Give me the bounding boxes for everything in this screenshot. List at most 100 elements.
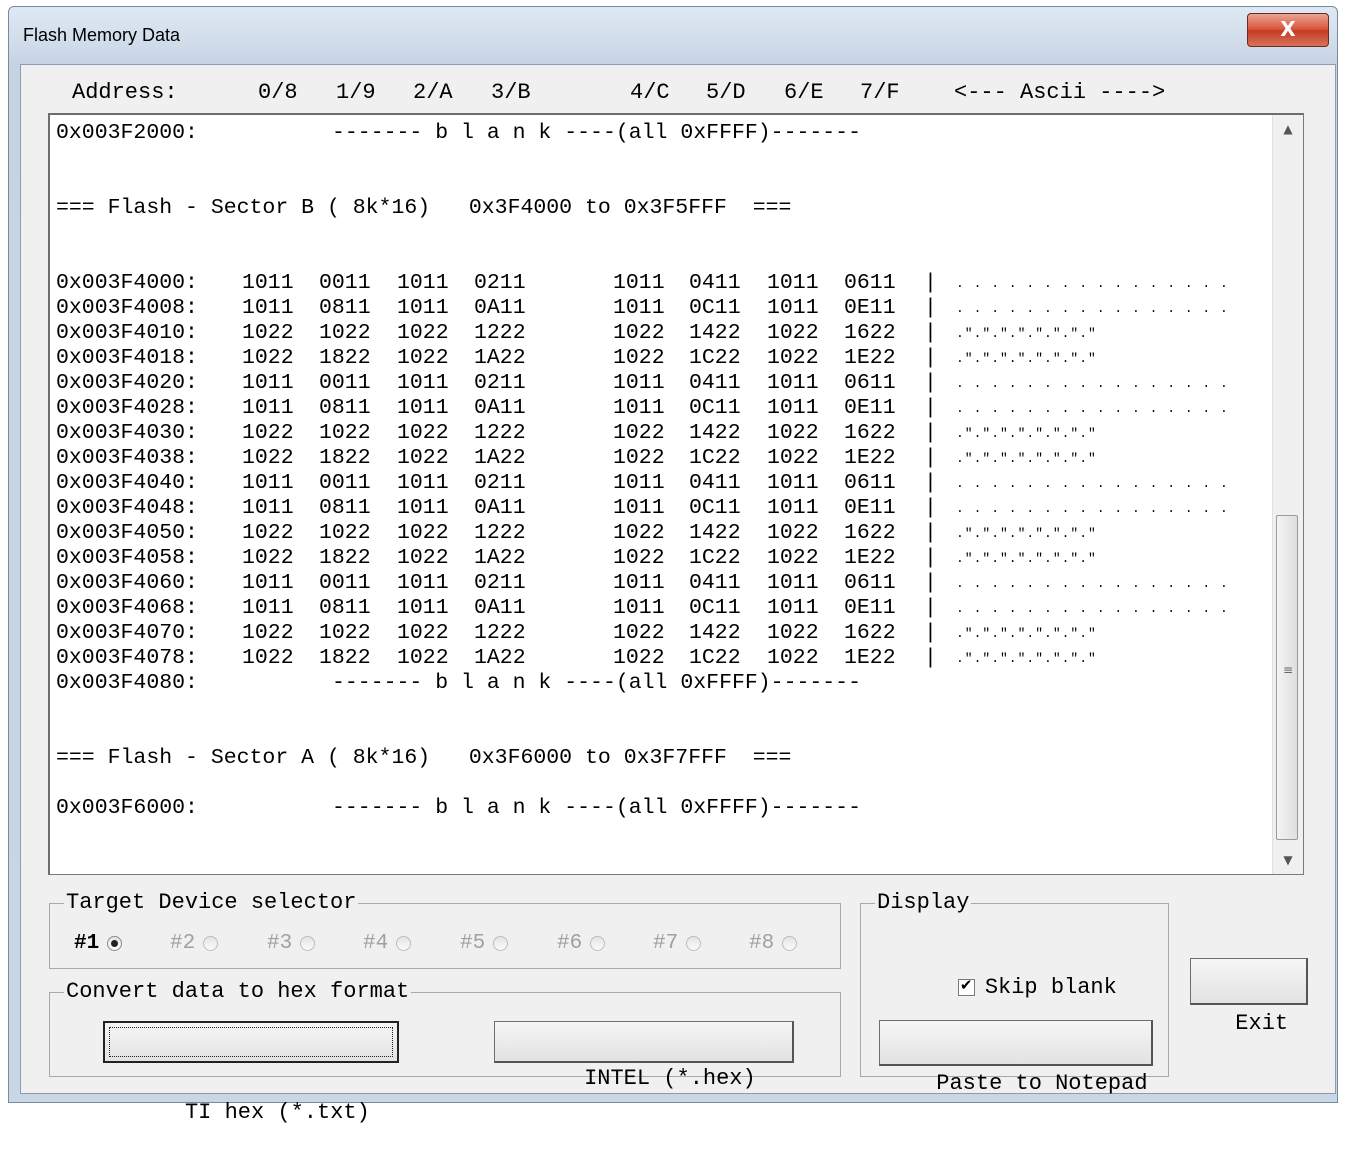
radio-button-icon[interactable] [107,936,123,951]
data-word: 1822 [319,546,371,570]
data-word: 0011 [319,471,371,495]
row-address: 0x003F4058: [56,546,198,570]
memory-row: 0x003F4008: 1011 0811 1011 0A11 1011 0C11 1011 0… [56,296,1276,321]
row-ascii: ."."."."."."."." [956,351,1097,366]
data-word: 1022 [397,321,449,345]
data-word: 1822 [319,346,371,370]
data-word: 0811 [319,596,371,620]
device-radio-label: #1 [74,932,100,955]
data-word: 0811 [319,396,371,420]
data-word: 1222 [474,621,526,645]
device-radio-4[interactable]: #4 [363,932,412,955]
device-radio-5[interactable]: #5 [460,932,509,955]
exit-button[interactable]: Exit [1190,958,1308,1036]
ascii-separator: | [924,621,937,645]
data-word: 1022 [397,646,449,670]
memory-row: 0x003F4038: 1022 1822 1022 1A22 1022 1C22 1022 1… [56,446,1276,471]
memory-row: 0x003F4018: 1022 1822 1022 1A22 1022 1C22 1022 1… [56,346,1276,371]
data-word: 1022 [767,421,819,445]
data-word: 0011 [319,371,371,395]
device-radio-7[interactable]: #7 [653,932,702,955]
device-radio-6[interactable]: #6 [557,932,606,955]
row-address: 0x003F4010: [56,321,198,345]
data-word: 0A11 [474,596,526,620]
data-word: 1022 [242,321,294,345]
radio-button-icon[interactable] [300,936,316,951]
radio-button-icon[interactable] [493,936,509,951]
row-ascii: . . . . . . . . . . . . . . . . [956,576,1229,591]
memory-row: 0x003F4010: 1022 1022 1022 1222 1022 1422 1022 1… [56,321,1276,346]
data-word: 1011 [767,396,819,420]
ascii-separator: | [924,446,937,470]
data-word: 1022 [319,621,371,645]
row-ascii: . . . . . . . . . . . . . . . . [956,401,1229,416]
radio-button-icon[interactable] [396,936,412,951]
data-word: 0E11 [844,596,896,620]
data-word: 0611 [844,471,896,495]
ascii-separator: | [924,646,937,670]
data-word: 1011 [397,396,449,420]
data-word: 0C11 [689,596,741,620]
data-word: 1C22 [689,346,741,370]
data-word: 0011 [319,271,371,295]
data-word: 1011 [767,271,819,295]
memory-row: 0x003F4070: 1022 1022 1022 1222 1022 1422 1022 1… [56,621,1276,646]
empty-line [56,221,1276,246]
vertical-scrollbar[interactable]: ▲ ≡ ▼ [1272,115,1303,874]
data-word: 1022 [319,421,371,445]
header-col7: 7/F [860,80,900,105]
device-radio-label: #7 [653,932,679,955]
close-button[interactable]: X [1247,13,1329,47]
paste-to-notepad-button[interactable]: Paste to Notepad [879,1020,1153,1096]
row-ascii: . . . . . . . . . . . . . . . . [956,301,1229,316]
memory-row: 0x003F4020: 1011 0011 1011 0211 1011 0411 1011 0… [56,371,1276,396]
device-radio-2[interactable]: #2 [170,932,219,955]
device-radio-8[interactable]: #8 [749,932,798,955]
scroll-down-arrow-icon[interactable]: ▼ [1273,846,1303,874]
data-word: 0411 [689,471,741,495]
device-radio-1[interactable]: #1 [74,932,123,955]
device-radio-label: #4 [363,932,389,955]
memory-row: 0x003F4058: 1022 1822 1022 1A22 1022 1C22 1022 1… [56,546,1276,571]
sector-a-header: === Flash - Sector A ( 8k*16) 0x3F6000 t… [56,746,792,770]
data-word: 1622 [844,621,896,645]
memory-row: 0x003F4028: 1011 0811 1011 0A11 1011 0C11 1011 0… [56,396,1276,421]
ti-hex-label: TI hex (*.txt) [184,1100,370,1125]
empty-line [56,146,1276,171]
skip-blank-checkbox-row[interactable]: Skip blank [905,950,1117,1025]
radio-button-icon[interactable] [203,936,219,951]
row-address: 0x003F4028: [56,396,198,420]
ti-hex-button[interactable]: TI hex (*.txt) [103,1021,399,1125]
row-ascii: ."."."."."."."." [956,626,1097,641]
header-ascii: <--- Ascii ----> [954,80,1166,105]
data-word: 0611 [844,371,896,395]
memory-row: 0x003F4068: 1011 0811 1011 0A11 1011 0C11 1011 0… [56,596,1276,621]
data-word: 1022 [397,446,449,470]
empty-line [56,771,1276,796]
data-word: 1011 [613,571,665,595]
scroll-thumb[interactable]: ≡ [1276,515,1298,840]
data-word: 1022 [242,446,294,470]
device-radio-3[interactable]: #3 [267,932,316,955]
data-word: 1A22 [474,446,526,470]
data-word: 1822 [319,446,371,470]
data-word: 1022 [613,421,665,445]
data-word: 0211 [474,271,526,295]
data-word: 0C11 [689,496,741,520]
memory-text-area[interactable]: 0x003F2000: ------- b l a n k ----(all 0x… [48,113,1304,875]
radio-button-icon[interactable] [782,936,798,951]
data-word: 0C11 [689,396,741,420]
data-word: 1022 [613,446,665,470]
radio-button-icon[interactable] [590,936,606,951]
title-bar[interactable]: Flash Memory Data X [9,7,1337,63]
data-word: 0811 [319,296,371,320]
intel-hex-button[interactable]: INTEL (*.hex) [494,1021,794,1091]
data-word: 0411 [689,571,741,595]
grip-icon: ≡ [1283,663,1294,677]
row-ascii: . . . . . . . . . . . . . . . . [956,276,1229,291]
data-word: 0211 [474,371,526,395]
blank-marker: ------- b l a n k ----(all 0xFFFF)------… [332,121,861,145]
radio-button-icon[interactable] [686,936,702,951]
skip-blank-checkbox[interactable] [957,976,975,996]
scroll-up-arrow-icon[interactable]: ▲ [1273,115,1303,143]
